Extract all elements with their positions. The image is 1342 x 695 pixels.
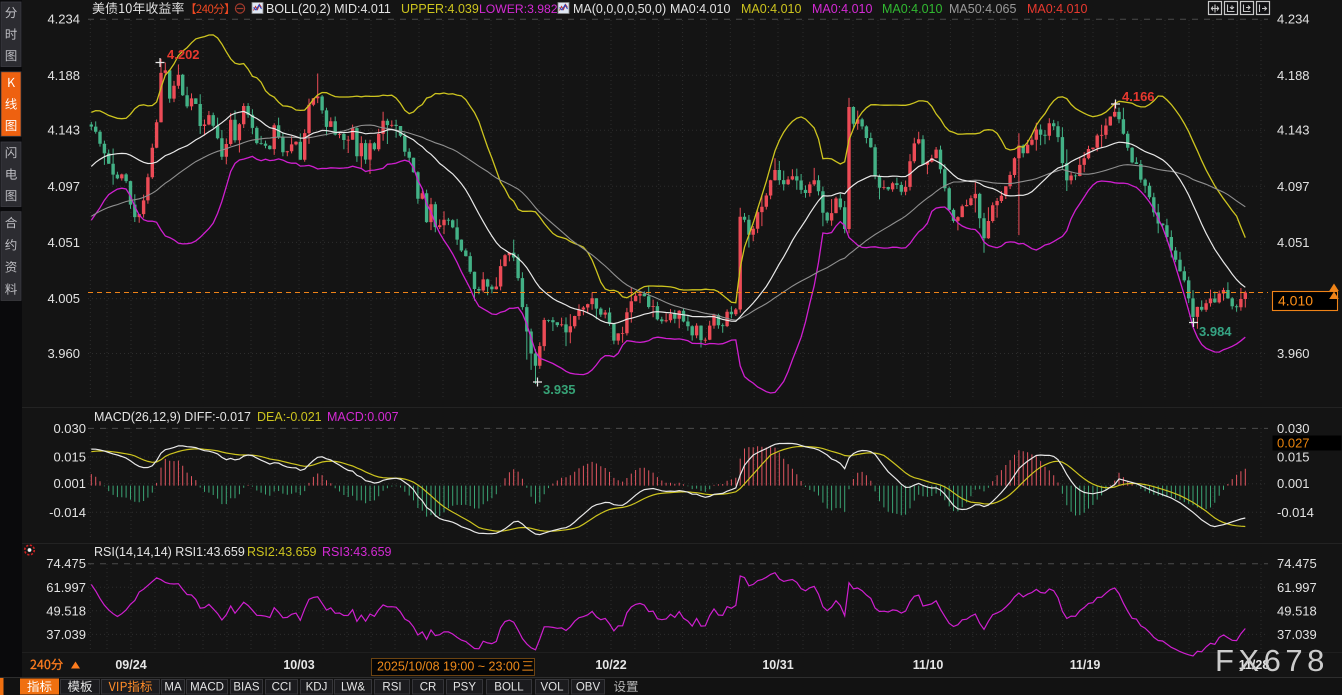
svg-text:11/19: 11/19 (1070, 658, 1101, 672)
svg-text:0.001: 0.001 (53, 476, 86, 491)
svg-text:4.166: 4.166 (1122, 89, 1155, 104)
svg-text:74.475: 74.475 (46, 556, 86, 571)
svg-text:MA0:4.010: MA0:4.010 (1027, 2, 1088, 16)
svg-text:61.997: 61.997 (1277, 580, 1317, 595)
svg-text:4.188: 4.188 (1277, 68, 1310, 83)
svg-text:VOL: VOL (540, 682, 564, 694)
svg-text:DEA:-0.021: DEA:-0.021 (257, 410, 322, 424)
svg-text:BIAS: BIAS (233, 682, 260, 694)
svg-text:4.097: 4.097 (1277, 179, 1310, 194)
svg-text:4.005: 4.005 (47, 291, 80, 306)
svg-text:BOLL(20,2) MID:4.011: BOLL(20,2) MID:4.011 (266, 2, 391, 16)
svg-text:2025/10/08 19:00 ~ 23:00: 2025/10/08 19:00 ~ 23:00 (377, 660, 520, 674)
svg-text:CR: CR (420, 682, 437, 694)
svg-text:3.960: 3.960 (1277, 346, 1310, 361)
svg-text:FX678: FX678 (1215, 643, 1329, 678)
svg-text:10/31: 10/31 (762, 658, 793, 672)
svg-text:OBV: OBV (576, 682, 601, 694)
svg-text:0.030: 0.030 (1277, 421, 1310, 436)
svg-text:4.010: 4.010 (1278, 293, 1313, 309)
svg-text:11/10: 11/10 (913, 658, 944, 672)
svg-text:74.475: 74.475 (1277, 556, 1317, 571)
svg-text:-0.014: -0.014 (49, 505, 86, 520)
svg-text:MA0:4.010: MA0:4.010 (670, 2, 731, 16)
svg-text:CCI: CCI (272, 682, 292, 694)
svg-text:MA(0,0,0,0,50,0): MA(0,0,0,0,50,0) (573, 2, 666, 16)
svg-text:0.030: 0.030 (53, 421, 86, 436)
svg-text:RSI2:43.659: RSI2:43.659 (247, 545, 317, 559)
svg-text:4.234: 4.234 (47, 12, 80, 27)
svg-text:MA0:4.010: MA0:4.010 (812, 2, 873, 16)
svg-text:MA: MA (164, 682, 182, 694)
svg-text:LW&: LW& (341, 682, 365, 694)
svg-text:0.015: 0.015 (1277, 449, 1310, 464)
svg-text:4.051: 4.051 (47, 235, 80, 250)
svg-text:RSI3:43.659: RSI3:43.659 (322, 545, 392, 559)
svg-text:LOWER:3.982: LOWER:3.982 (479, 2, 558, 16)
svg-text:4.097: 4.097 (47, 179, 80, 194)
svg-text:MA50:4.065: MA50:4.065 (949, 2, 1016, 16)
svg-text:37.039: 37.039 (1277, 627, 1317, 642)
svg-text:3.984: 3.984 (1199, 324, 1232, 339)
svg-text:49.518: 49.518 (46, 603, 86, 618)
svg-text:3.960: 3.960 (47, 346, 80, 361)
svg-text:MACD(26,12,9) DIFF:-0.017: MACD(26,12,9) DIFF:-0.017 (94, 410, 251, 424)
svg-text:RSI(14,14,14) RSI1:43.659: RSI(14,14,14) RSI1:43.659 (94, 545, 245, 559)
svg-text:0.027: 0.027 (1277, 436, 1310, 451)
svg-text:MA0:4.010: MA0:4.010 (882, 2, 943, 16)
svg-text:RSI: RSI (382, 682, 401, 694)
svg-text:4.051: 4.051 (1277, 235, 1310, 250)
svg-text:3.935: 3.935 (543, 382, 576, 397)
svg-text:10/22: 10/22 (595, 658, 626, 672)
svg-text:MA0:4.010: MA0:4.010 (741, 2, 802, 16)
svg-text:BOLL: BOLL (494, 682, 524, 694)
svg-text:4.188: 4.188 (47, 68, 80, 83)
svg-text:-0.014: -0.014 (1277, 505, 1314, 520)
svg-text:4.234: 4.234 (1277, 12, 1310, 27)
svg-text:0.001: 0.001 (1277, 476, 1310, 491)
svg-text:37.039: 37.039 (46, 627, 86, 642)
svg-text:PSY: PSY (453, 682, 476, 694)
svg-text:61.997: 61.997 (46, 580, 86, 595)
svg-text:0.015: 0.015 (53, 449, 86, 464)
svg-text:UPPER:4.039: UPPER:4.039 (401, 2, 479, 16)
svg-text:09/24: 09/24 (115, 658, 146, 672)
svg-text:10/03: 10/03 (283, 658, 314, 672)
svg-text:49.518: 49.518 (1277, 603, 1317, 618)
svg-text:4.143: 4.143 (47, 123, 80, 138)
svg-text:KDJ: KDJ (306, 682, 328, 694)
svg-text:MACD: MACD (190, 682, 224, 694)
svg-text:4.143: 4.143 (1277, 123, 1310, 138)
svg-text:4.202: 4.202 (167, 47, 200, 62)
svg-text:MACD:0.007: MACD:0.007 (327, 410, 399, 424)
